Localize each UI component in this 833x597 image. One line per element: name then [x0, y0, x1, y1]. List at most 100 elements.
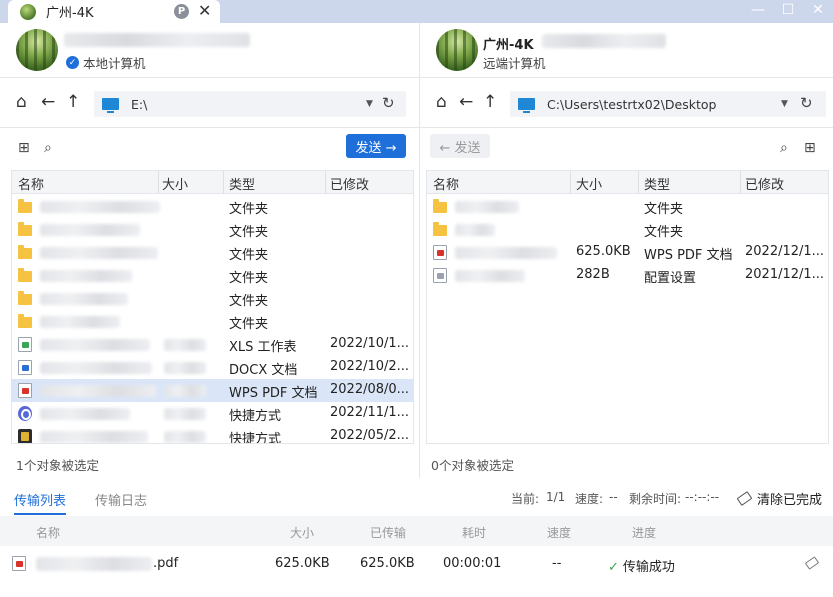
- refresh-icon[interactable]: ↻: [800, 94, 813, 112]
- col-name[interactable]: 名称: [18, 174, 44, 193]
- file-row[interactable]: 文件夹: [12, 310, 413, 333]
- file-row[interactable]: 文件夹: [12, 287, 413, 310]
- session-tab[interactable]: 广州-4K P ✕: [8, 0, 220, 23]
- file-size: 282B: [576, 267, 610, 282]
- file-row[interactable]: 快捷方式 2022/11/1...: [12, 402, 413, 425]
- file-row[interactable]: 文件夹: [12, 241, 413, 264]
- file-row[interactable]: XLS 工作表2022/10/1...: [12, 333, 413, 356]
- local-toolbar: ⊞ ⌕ 发送 →: [0, 128, 419, 170]
- remote-host-label: 远端计算机: [483, 53, 546, 72]
- file-row[interactable]: 文件夹: [12, 264, 413, 287]
- file-row[interactable]: 282B 配置设置 2021/12/1...: [427, 264, 828, 287]
- minimize-button[interactable]: —: [743, 0, 773, 23]
- verified-check-icon: ✓: [66, 56, 79, 69]
- col-type[interactable]: 类型: [644, 174, 670, 193]
- host-logo-icon: [20, 4, 36, 20]
- file-type: 文件夹: [229, 221, 268, 240]
- tab-title: 广州-4K: [46, 2, 94, 21]
- transfer-filename-suffix: .pdf: [153, 556, 178, 571]
- new-folder-icon[interactable]: ⊞: [18, 140, 30, 156]
- maximize-button[interactable]: ☐: [773, 0, 803, 23]
- file-row[interactable]: 文件夹: [12, 218, 413, 241]
- file-name-redacted: [40, 408, 130, 420]
- p-badge-icon[interactable]: P: [174, 4, 189, 19]
- file-type: 配置设置: [644, 267, 696, 286]
- file-type: 文件夹: [229, 267, 268, 286]
- file-row[interactable]: 文件夹: [12, 195, 413, 218]
- local-status: 1个对象被选定: [16, 455, 99, 474]
- remove-record-icon[interactable]: [805, 556, 819, 569]
- tr-col-progress: 进度: [632, 524, 656, 541]
- file-modified: 2022/10/2...: [330, 359, 409, 374]
- file-type: 快捷方式: [229, 428, 281, 444]
- folder-icon: [18, 225, 32, 236]
- clear-completed-label: 清除已完成: [757, 489, 822, 508]
- transfer-row[interactable]: .pdf 625.0KB 625.0KB 00:00:01 -- ✓传输成功: [0, 546, 833, 582]
- search-icon[interactable]: ⌕: [44, 140, 52, 156]
- eraser-icon: [737, 491, 753, 506]
- file-modified: 2021/12/1...: [745, 267, 824, 282]
- col-modified[interactable]: 已修改: [330, 174, 369, 193]
- home-icon[interactable]: ⌂: [436, 93, 447, 111]
- file-row[interactable]: DOCX 文档 2022/10/2...: [12, 356, 413, 379]
- chevron-down-icon[interactable]: ▼: [366, 99, 373, 109]
- local-avatar: [16, 29, 58, 71]
- docx-file-icon: [18, 360, 32, 375]
- remote-avatar: [436, 29, 478, 71]
- col-name[interactable]: 名称: [433, 174, 459, 193]
- refresh-icon[interactable]: ↻: [382, 94, 395, 112]
- local-panel: ✓ 本地计算机 ⌂ ← ↑ E:\ ▼ ↻ ⊞ ⌕ 发送 → 名称 大小 类型 …: [0, 23, 419, 478]
- clear-completed-button[interactable]: 清除已完成: [738, 489, 822, 508]
- file-row[interactable]: 文件夹: [427, 195, 828, 218]
- file-size-redacted: [164, 339, 206, 351]
- folder-icon: [18, 248, 32, 259]
- send-button[interactable]: 发送 →: [346, 134, 406, 158]
- col-size[interactable]: 大小: [576, 174, 602, 193]
- remote-path-input[interactable]: C:\Users\testrtx02\Desktop ▼ ↻: [510, 91, 826, 117]
- remote-host-name-redacted: [542, 34, 666, 48]
- tab-close-button[interactable]: ✕: [198, 1, 211, 20]
- home-icon[interactable]: ⌂: [16, 93, 27, 111]
- local-file-list: 名称 大小 类型 已修改 文件夹文件夹文件夹文件夹文件夹文件夹XLS 工作表20…: [11, 170, 414, 444]
- new-folder-icon[interactable]: ⊞: [804, 140, 816, 156]
- file-name-redacted: [40, 339, 150, 351]
- tab-transfer-list[interactable]: 传输列表: [14, 490, 66, 509]
- file-size: 625.0KB: [576, 244, 631, 259]
- file-row[interactable]: 625.0KBWPS PDF 文档2022/12/1...: [427, 241, 828, 264]
- xls-file-icon: [18, 337, 32, 352]
- cfg-file-icon: [433, 268, 447, 283]
- close-window-button[interactable]: ✕: [803, 0, 833, 23]
- col-modified[interactable]: 已修改: [745, 174, 784, 193]
- folder-icon: [433, 225, 447, 236]
- shortcut-game-icon: [18, 429, 32, 444]
- file-name-redacted: [40, 201, 160, 213]
- file-type: 文件夹: [644, 221, 683, 240]
- remote-toolbar: ← 发送 ⌕ ⊞: [420, 128, 833, 170]
- col-size[interactable]: 大小: [162, 174, 188, 193]
- file-type: 文件夹: [644, 198, 683, 217]
- back-arrow-icon[interactable]: ←: [41, 93, 55, 111]
- chevron-down-icon[interactable]: ▼: [781, 99, 788, 109]
- local-path-input[interactable]: E:\ ▼ ↻: [94, 91, 406, 117]
- file-row[interactable]: 快捷方式2022/05/2...: [12, 425, 413, 444]
- folder-icon: [18, 202, 32, 213]
- file-type: 文件夹: [229, 244, 268, 263]
- file-type: DOCX 文档: [229, 359, 297, 378]
- col-type[interactable]: 类型: [229, 174, 255, 193]
- file-row[interactable]: WPS PDF 文档2022/08/0...: [12, 379, 413, 402]
- file-type: 快捷方式: [229, 405, 281, 424]
- file-row[interactable]: 文件夹: [427, 218, 828, 241]
- transfer-status: ✓传输成功: [608, 556, 675, 575]
- search-icon[interactable]: ⌕: [780, 140, 788, 156]
- up-arrow-icon[interactable]: ↑: [483, 93, 497, 111]
- file-name-redacted: [40, 316, 120, 328]
- back-arrow-icon[interactable]: ←: [459, 93, 473, 111]
- file-type: WPS PDF 文档: [229, 382, 318, 401]
- file-type: 文件夹: [229, 313, 268, 332]
- tab-transfer-log[interactable]: 传输日志: [95, 490, 147, 509]
- transfer-filename-redacted: [36, 557, 152, 571]
- up-arrow-icon[interactable]: ↑: [66, 93, 80, 111]
- local-path-text: E:\: [131, 97, 147, 112]
- receive-button[interactable]: ← 发送: [430, 134, 490, 158]
- file-modified: 2022/11/1...: [330, 405, 409, 420]
